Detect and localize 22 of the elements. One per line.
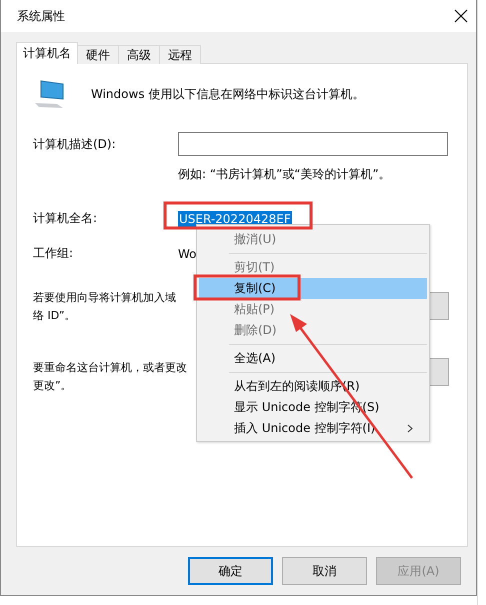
tab[interactable]: 远程 xyxy=(159,45,201,64)
full-name-label: 计算机全名: xyxy=(33,210,98,227)
dialog-button[interactable]: 取消 xyxy=(282,557,367,585)
workgroup-label: 工作组: xyxy=(33,245,74,262)
tab[interactable]: 高级 xyxy=(118,45,160,64)
chevron-icon xyxy=(407,424,413,433)
description-field[interactable] xyxy=(178,132,448,156)
network-text: 络 ID”。 xyxy=(33,308,76,323)
example-text: 例如: “书房计算机”或“美玲的计算机”。 xyxy=(178,166,392,183)
menu-item[interactable]: 复制(C) xyxy=(199,278,427,299)
intro-text: Windows 使用以下信息在网络中标识这台计算机。 xyxy=(91,86,364,102)
menu-item[interactable]: 全选(A) xyxy=(199,348,427,369)
rename-text: 更改”。 xyxy=(33,378,72,393)
rename-text: 要重命名这台计算机，或者更改 xyxy=(33,360,187,375)
workgroup-value: Wo xyxy=(178,246,198,260)
tab[interactable]: 计算机名 xyxy=(16,42,78,64)
window-title: 系统属性 xyxy=(17,8,65,24)
tab[interactable]: 硬件 xyxy=(77,45,119,64)
close-icon[interactable] xyxy=(454,9,468,23)
description-label: 计算机描述(D): xyxy=(33,136,117,152)
dialog-button[interactable]: 确定 xyxy=(188,557,273,585)
network-text: 若要使用向导将计算机加入域 xyxy=(33,290,176,305)
